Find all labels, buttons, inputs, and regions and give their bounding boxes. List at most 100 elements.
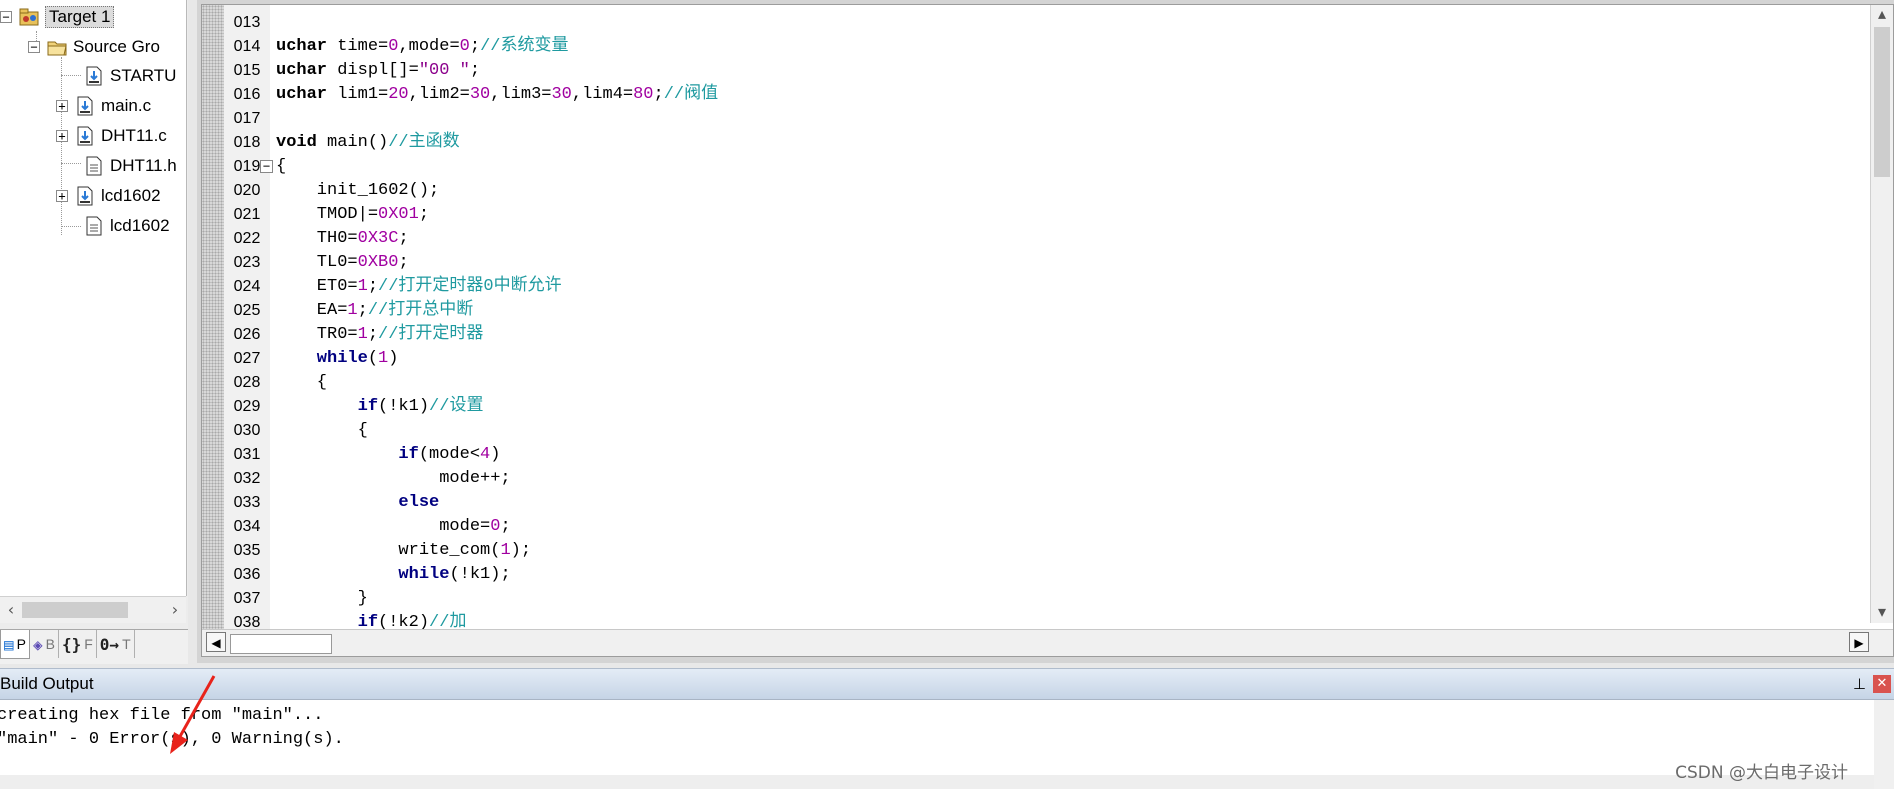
code-text: { xyxy=(276,371,327,395)
code-line[interactable]: 027 while(1) xyxy=(202,347,1893,371)
scroll-right-icon[interactable]: ▶ xyxy=(1849,632,1869,652)
code-text: uchar lim1=20,lim2=30,lim3=30,lim4=80;//… xyxy=(276,83,718,107)
code-line[interactable]: 029 if(!k1)//设置 xyxy=(202,395,1893,419)
scroll-right-icon[interactable]: › xyxy=(164,597,186,623)
code-token: ; xyxy=(398,229,409,248)
line-number: 034 xyxy=(233,518,261,535)
fold-toggle-icon[interactable]: − xyxy=(260,160,273,173)
code-line[interactable]: 030 { xyxy=(202,419,1893,443)
project-panel: − Target 1 − Source Gro STARTU + main.c … xyxy=(0,0,188,664)
scroll-up-icon[interactable]: ▴ xyxy=(1871,5,1893,25)
line-number: 016 xyxy=(233,86,261,103)
tree-node-lcd1602-h[interactable]: lcd1602 xyxy=(83,212,170,240)
code-token: time= xyxy=(327,37,389,56)
tree-node-startup-file[interactable]: STARTU xyxy=(83,62,176,90)
code-line[interactable]: 020 init_1602(); xyxy=(202,179,1893,203)
code-line[interactable]: 022 TH0=0X3C; xyxy=(202,227,1893,251)
code-token: //打开定时器0中断允许 xyxy=(378,277,562,296)
code-line[interactable]: 026 TR0=1;//打开定时器 xyxy=(202,323,1893,347)
c-file-icon xyxy=(77,126,93,146)
project-panel-tabs: ▤ P ◈ B {} F 0→ T xyxy=(0,629,188,664)
code-token: //设置 xyxy=(429,397,484,416)
pin-icon[interactable]: ⊥ xyxy=(1853,675,1866,693)
code-line[interactable]: 015 uchar displ[]="00 "; xyxy=(202,59,1893,83)
code-token: void xyxy=(276,133,317,152)
line-number: 026 xyxy=(233,326,261,343)
line-number: 022 xyxy=(233,230,261,247)
code-token: 0XB0 xyxy=(357,253,399,272)
code-line[interactable]: 025 EA=1;//打开总中断 xyxy=(202,299,1893,323)
code-line[interactable]: 021 TMOD|=0X01; xyxy=(202,203,1893,227)
code-line[interactable]: 013 xyxy=(202,11,1893,35)
code-token: //主函数 xyxy=(388,133,460,152)
code-token: uchar xyxy=(276,61,328,80)
red-arrow-annotation xyxy=(170,675,216,754)
tab-books[interactable]: ◈ B xyxy=(30,630,59,658)
code-line[interactable]: 031 if(mode<4) xyxy=(202,443,1893,467)
line-number: 013 xyxy=(233,14,261,31)
tab-functions[interactable]: {} F xyxy=(59,630,97,658)
code-text: mode++; xyxy=(276,467,510,491)
editor-horizontal-scrollbar[interactable]: ◀ ▶ xyxy=(202,629,1893,656)
project-tree: − Target 1 − Source Gro STARTU + main.c … xyxy=(0,0,187,596)
code-line[interactable]: 037 } xyxy=(202,587,1893,611)
line-number: 028 xyxy=(233,374,261,391)
scroll-down-icon[interactable]: ▾ xyxy=(1871,601,1893,623)
scroll-thumb[interactable] xyxy=(22,602,128,618)
tree-node-lcd1602-c[interactable]: + lcd1602 xyxy=(56,182,161,210)
code-token: displ[]= xyxy=(327,61,419,80)
code-token: else xyxy=(276,493,440,512)
scroll-left-icon[interactable]: ◀ xyxy=(206,632,226,652)
output-vertical-scrollbar[interactable] xyxy=(1874,700,1894,789)
header-file-icon xyxy=(86,216,102,236)
code-token: ; xyxy=(418,205,430,224)
tree-node-dht11-c[interactable]: + DHT11.c xyxy=(56,122,167,150)
code-token: 1 xyxy=(378,349,389,368)
code-token: 1 xyxy=(357,325,368,344)
code-line[interactable]: 035 write_com(1); xyxy=(202,539,1893,563)
templates-tab-icon: 0→ xyxy=(99,634,120,654)
scroll-thumb[interactable] xyxy=(230,634,332,654)
line-number: 033 xyxy=(233,494,261,511)
tab-templates[interactable]: 0→ T xyxy=(97,630,135,658)
code-token: ) xyxy=(388,349,399,368)
code-editor[interactable]: 013 014 uchar time=0,mode=0;//系统变量 015 uchar… xyxy=(201,4,1894,657)
expand-icon[interactable]: + xyxy=(56,190,68,202)
scroll-left-icon[interactable]: ‹ xyxy=(0,597,22,623)
code-token: (mode< xyxy=(418,445,481,464)
code-line[interactable]: 033 else xyxy=(202,491,1893,515)
close-icon[interactable]: ✕ xyxy=(1873,675,1891,693)
tree-node-source-group[interactable]: − Source Gro xyxy=(28,33,160,61)
code-line[interactable]: 018 void main()//主函数 xyxy=(202,131,1893,155)
code-line[interactable]: 032 mode++; xyxy=(202,467,1893,491)
code-token: (!k1) xyxy=(378,397,430,416)
code-line[interactable]: 028 { xyxy=(202,371,1893,395)
code-token: 4 xyxy=(480,445,491,464)
code-token: EA= xyxy=(276,301,348,320)
code-text: mode=0; xyxy=(276,515,510,539)
code-line[interactable]: 017 xyxy=(202,107,1893,131)
expand-icon[interactable]: + xyxy=(56,100,68,112)
expand-icon[interactable]: + xyxy=(56,130,68,142)
tree-node-dht11-h[interactable]: DHT11.h xyxy=(83,152,177,180)
editor-vertical-scrollbar[interactable]: ▴ ▾ xyxy=(1870,5,1893,623)
code-line[interactable]: 016 uchar lim1=20,lim2=30,lim3=30,lim4=80… xyxy=(202,83,1893,107)
code-token: TR0= xyxy=(276,325,358,344)
code-line[interactable]: 034 mode=0; xyxy=(202,515,1893,539)
tree-node-target[interactable]: − Target 1 xyxy=(0,3,115,31)
code-line[interactable]: 024 ET0=1;//打开定时器0中断允许 xyxy=(202,275,1893,299)
project-horizontal-scrollbar[interactable]: ‹ › xyxy=(0,596,186,623)
code-token: TL0= xyxy=(276,253,358,272)
output-horizontal-scrollbar[interactable] xyxy=(0,775,1874,789)
tree-node-main-c[interactable]: + main.c xyxy=(56,92,151,120)
collapse-icon[interactable]: − xyxy=(28,41,40,53)
scroll-thumb[interactable] xyxy=(1874,27,1890,177)
code-line[interactable]: 036 while(!k1); xyxy=(202,563,1893,587)
code-line[interactable]: 019−{ xyxy=(202,155,1893,179)
code-line[interactable]: 023 TL0=0XB0; xyxy=(202,251,1893,275)
code-token: ); xyxy=(510,541,532,560)
collapse-icon[interactable]: − xyxy=(0,11,12,23)
line-number: 024 xyxy=(233,278,261,295)
code-line[interactable]: 014 uchar time=0,mode=0;//系统变量 xyxy=(202,35,1893,59)
tab-project[interactable]: ▤ P xyxy=(0,630,30,659)
